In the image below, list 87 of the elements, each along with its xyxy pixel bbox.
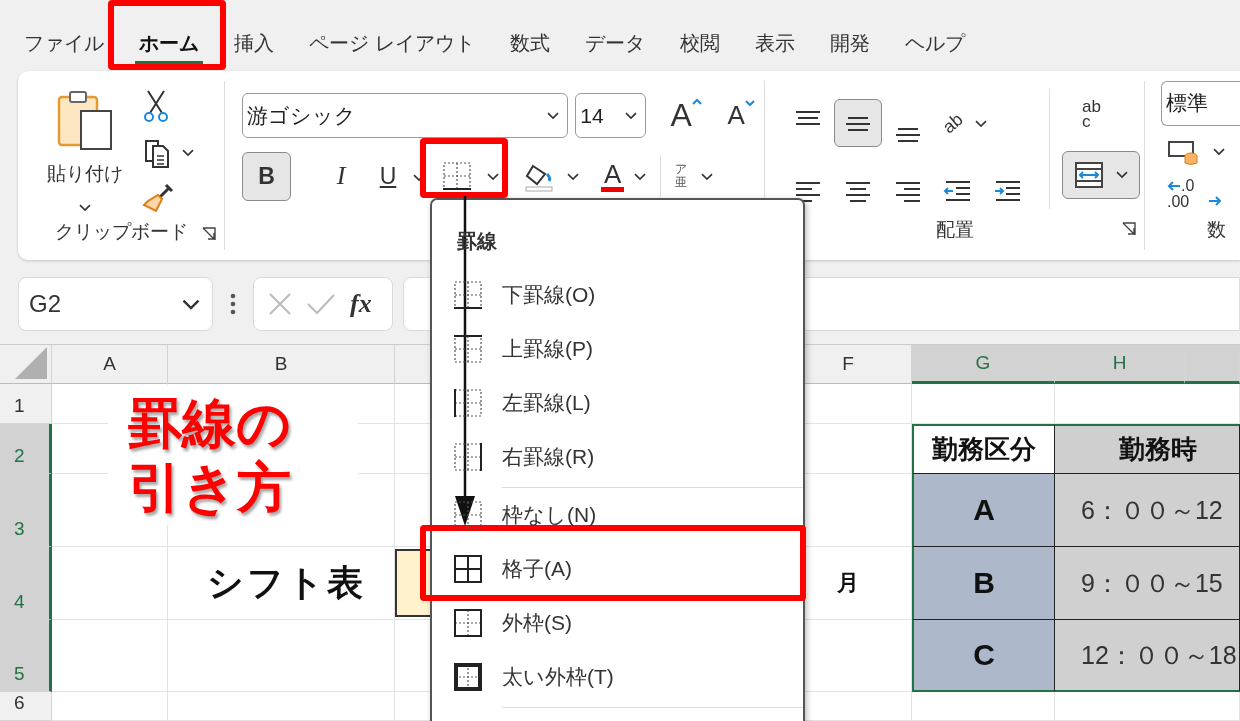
paste-icon[interactable] — [56, 88, 114, 151]
orientation-button[interactable]: ab — [938, 108, 968, 138]
ribbon-tab[interactable]: ページ レイアウト — [305, 29, 479, 65]
column-header[interactable]: A — [52, 345, 168, 384]
menu-item[interactable]: 下罫線(O) — [432, 268, 803, 322]
merge-center-button[interactable] — [1062, 150, 1140, 199]
italic-button[interactable]: I — [315, 151, 367, 201]
chevron-icon[interactable] — [1213, 148, 1225, 156]
paintbrush-icon[interactable] — [142, 182, 174, 215]
grow-font-button[interactable]: A — [661, 92, 712, 139]
caret-down-icon — [744, 99, 755, 107]
ribbon-tab[interactable]: ファイル — [20, 29, 108, 65]
ribbon-tab[interactable]: データ — [580, 29, 649, 65]
chevron-icon[interactable] — [625, 112, 638, 120]
border-right-icon — [452, 442, 484, 472]
row-header[interactable]: 6 — [0, 692, 52, 721]
borders-icon — [441, 161, 473, 192]
column-header[interactable]: G — [912, 345, 1055, 384]
chevron-icon[interactable] — [634, 172, 647, 181]
chevron-icon[interactable] — [567, 172, 579, 181]
chevron-icon[interactable] — [1116, 171, 1128, 179]
ribbon-tab[interactable]: 表示 — [750, 29, 799, 65]
table-cell: B — [912, 547, 1055, 620]
shrink-font-button[interactable]: A — [718, 92, 764, 139]
chevron-icon[interactable] — [547, 112, 560, 120]
border-thick-icon — [452, 662, 484, 692]
font-size-dropdown[interactable]: 14 — [575, 93, 647, 139]
scissors-icon[interactable] — [142, 88, 170, 123]
name-box[interactable]: G2 — [18, 277, 213, 332]
chevron-icon[interactable] — [975, 119, 988, 127]
menu-item[interactable]: 枠なし(N) — [432, 488, 803, 542]
title-caption: 引き方 — [128, 458, 291, 516]
group-label: 数 — [1207, 217, 1226, 242]
font-name-dropdown[interactable]: 游ゴシック — [242, 93, 569, 139]
column-header[interactable]: H — [1055, 345, 1185, 384]
chevron-icon[interactable] — [79, 203, 91, 211]
chevron-icon[interactable] — [487, 172, 499, 181]
table-cell: 6：００～12 — [1055, 474, 1240, 547]
border-left-icon — [452, 388, 484, 418]
table-cell: 12：００～18 — [1055, 620, 1240, 692]
dialog-launcher-icon[interactable] — [1122, 221, 1136, 236]
arrow-left-icon — [1167, 179, 1181, 192]
ribbon-tab[interactable]: 校閲 — [675, 29, 724, 65]
row-header[interactable]: 1 — [0, 384, 52, 424]
ribbon-tab[interactable]: ヘルプ — [900, 29, 969, 65]
column-header[interactable]: B — [168, 345, 395, 384]
phonetic-button[interactable]: ア 亜 — [675, 163, 688, 190]
dialog-launcher-icon[interactable] — [202, 226, 216, 241]
table-cell: 9：００～15 — [1055, 547, 1240, 620]
border-all-icon — [452, 554, 484, 584]
enter-check-icon[interactable] — [306, 293, 336, 316]
table-cell: A — [912, 474, 1055, 547]
ribbon-tab[interactable]: 数式 — [505, 29, 554, 65]
title-caption: 罫線の — [128, 394, 291, 452]
decrease-decimal-button[interactable]: .0 .00 — [1167, 177, 1195, 210]
more-options-icon[interactable] — [230, 293, 236, 316]
triangle-icon — [15, 347, 47, 379]
border-none-icon — [452, 500, 484, 530]
underline-button[interactable]: U — [367, 151, 409, 201]
chevron-icon[interactable] — [701, 172, 714, 181]
bold-button[interactable]: B — [242, 151, 291, 201]
table-cell: 勤務時 — [1055, 424, 1240, 474]
ribbon-tab[interactable]: 挿入 — [230, 29, 278, 65]
font-color-button[interactable]: A — [601, 160, 625, 192]
chevron-icon[interactable] — [182, 299, 200, 310]
paste-label[interactable]: 貼り付け — [47, 160, 123, 187]
column-header[interactable] — [1185, 345, 1240, 384]
vertical-align-button[interactable] — [834, 99, 882, 148]
merge-cells-icon — [1074, 160, 1104, 189]
table-cell: C — [912, 620, 1055, 692]
row-header[interactable]: 2 — [0, 424, 52, 474]
group-label: 配置 — [935, 217, 974, 242]
ribbon-tab[interactable]: ホーム — [135, 29, 203, 65]
border-outside-icon — [452, 608, 484, 638]
row-header[interactable]: 5 — [0, 620, 52, 692]
row-header[interactable]: 4 — [0, 547, 52, 620]
group-label: クリップボード — [54, 220, 188, 245]
arrow-right-icon[interactable] — [1208, 194, 1223, 207]
border-bottom-icon — [452, 280, 484, 310]
insert-function-button[interactable]: fx — [350, 289, 372, 320]
wrap-text-button[interactable]: ab c — [1062, 88, 1101, 129]
chevron-icon[interactable] — [182, 149, 194, 157]
row-header[interactable]: 3 — [0, 474, 52, 547]
number-format-dropdown[interactable]: 標準 — [1161, 80, 1240, 126]
border-top-icon — [452, 334, 484, 364]
caret-up-icon — [691, 97, 702, 105]
ribbon-tab[interactable]: 開発 — [825, 29, 874, 65]
